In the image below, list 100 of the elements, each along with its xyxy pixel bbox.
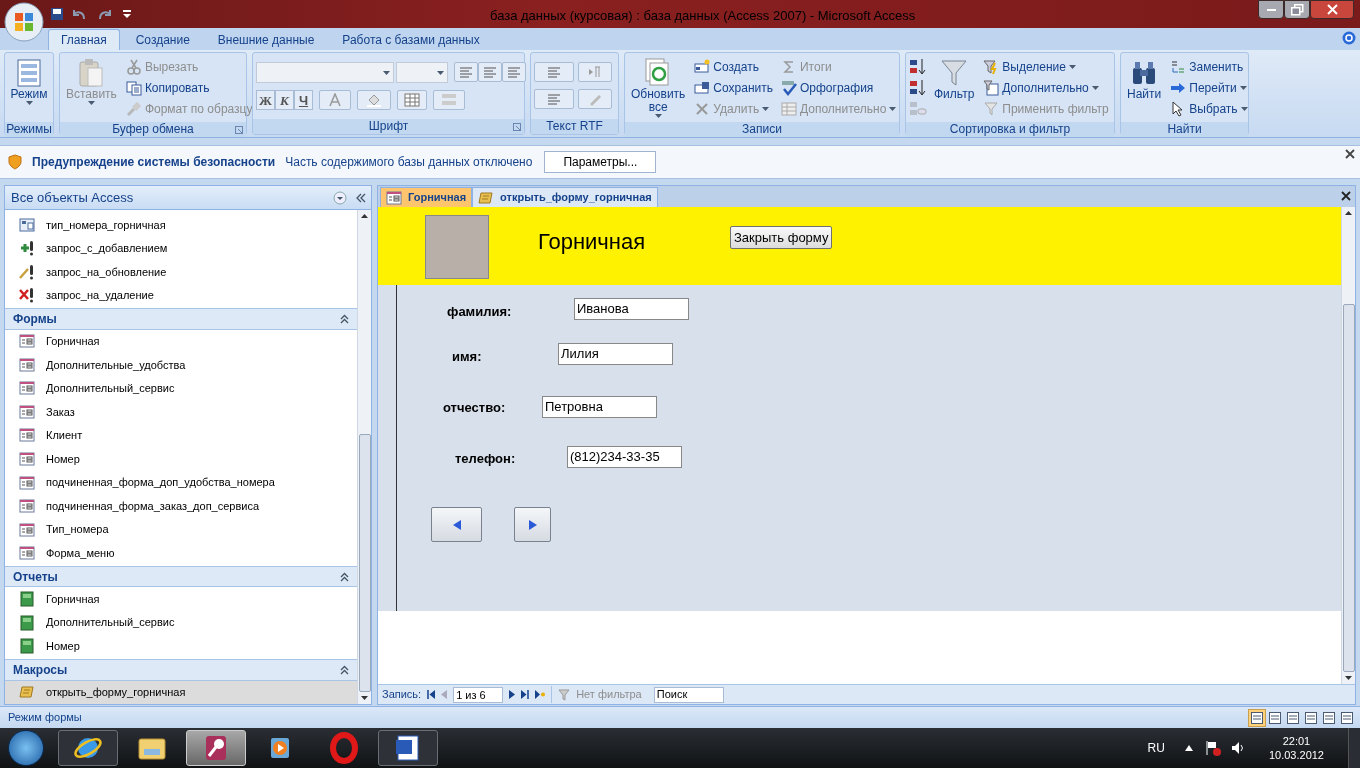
report-icon: [19, 591, 35, 608]
nav-item[interactable]: открыть_форму_горничная: [5, 680, 357, 705]
close-button[interactable]: [1310, 0, 1354, 19]
funnel-icon: [940, 58, 969, 88]
large-button[interactable]: Найти: [1124, 56, 1165, 122]
ribbon-tab[interactable]: Внешние данные: [205, 29, 327, 50]
nav-item[interactable]: Тип_номера: [5, 517, 357, 542]
ribbon-button[interactable]: Выбрать: [1168, 98, 1250, 119]
nav-item[interactable]: Горничная: [5, 587, 357, 611]
caret-icon: [762, 106, 770, 111]
nav-item[interactable]: Дополнительный_сервис: [5, 376, 357, 401]
nav-item[interactable]: запрос_на_удаление: [5, 283, 357, 308]
ribbon-button[interactable]: Орфография: [779, 77, 899, 98]
clock-date[interactable]: 10.03.2012: [1268, 748, 1324, 762]
left-triangle-icon: [452, 519, 461, 530]
ribbon-tab[interactable]: Создание: [123, 29, 202, 50]
form-icon: [19, 403, 35, 420]
scroll-bar[interactable]: [357, 210, 371, 704]
nav-item[interactable]: Форма_меню: [5, 541, 357, 565]
gridlines-button[interactable]: [397, 90, 427, 110]
caret-icon: [87, 101, 95, 105]
large-button[interactable]: Фильтр: [931, 56, 978, 122]
restore-button[interactable]: [1284, 0, 1310, 19]
input-field[interactable]: (812)234-33-35: [567, 446, 682, 468]
restore-icon: [1290, 3, 1304, 16]
view-icon: [1251, 711, 1263, 724]
window-title: база данных (курсовая) : база данных (Access 2007) - Microsoft Access: [490, 7, 916, 25]
nav-item[interactable]: запрос_с_добавлением: [5, 236, 357, 261]
new-record-icon: [694, 58, 711, 75]
document-tab[interactable]: Горничная: [380, 187, 473, 207]
search-field[interactable]: Поиск: [653, 686, 724, 703]
next-record-button[interactable]: [514, 507, 551, 542]
caret-icon: [25, 101, 33, 105]
nav-item[interactable]: Номер: [5, 634, 357, 658]
ribbon-button[interactable]: Заменить: [1168, 56, 1250, 77]
ring-app-icon: [328, 732, 360, 764]
ribbon-button[interactable]: Дополнительно: [981, 77, 1111, 98]
ribbon-button[interactable]: Сохранить: [692, 77, 775, 98]
large-button[interactable]: Режим: [7, 56, 51, 122]
ribbon-button[interactable]: Выделение: [981, 56, 1111, 77]
gridlines-icon: [404, 93, 420, 107]
text-style-button[interactable]: К: [275, 90, 294, 110]
taskbar-button[interactable]: [58, 730, 118, 766]
form-icon: [386, 189, 402, 206]
group-header[interactable]: Отчеты: [5, 565, 357, 588]
language-indicator[interactable]: RU: [1147, 739, 1165, 757]
minimize-button[interactable]: [1258, 0, 1284, 19]
nav-item[interactable]: Заказ: [5, 400, 357, 424]
input-field[interactable]: Иванова: [574, 298, 689, 320]
document-tab[interactable]: открыть_форму_горничная: [472, 187, 658, 207]
clock-time[interactable]: 22:01: [1282, 734, 1311, 748]
ribbon-tab[interactable]: Работа с базами данных: [330, 29, 492, 50]
previous-record-button[interactable]: [431, 507, 482, 542]
input-field[interactable]: Петровна: [542, 396, 657, 418]
field-label: имя:: [452, 348, 482, 366]
view-icon: [1305, 711, 1317, 724]
ribbon-button[interactable]: Создать: [692, 56, 775, 77]
input-field[interactable]: Лилия: [558, 343, 673, 365]
nav-item[interactable]: Дополнительные_удобства: [5, 353, 357, 377]
text-style-button[interactable]: Ч: [294, 90, 313, 110]
taskbar-button[interactable]: [378, 730, 438, 766]
grid-icon: [781, 100, 797, 117]
options-button[interactable]: Параметры...: [544, 151, 657, 173]
nav-item[interactable]: запрос_на_обновление: [5, 260, 357, 284]
numbered-list-icon: [546, 92, 562, 106]
align-center-icon: [482, 65, 498, 79]
fill-color-icon: [366, 93, 382, 107]
update-query-icon: [19, 263, 35, 280]
form-icon: [19, 451, 35, 467]
sort-descending-icon: [909, 79, 927, 97]
text-style-button[interactable]: Ж: [256, 90, 275, 110]
minimize-icon: [1266, 8, 1276, 11]
nav-item[interactable]: подчиненная_форма_заказ_доп_сервиса: [5, 494, 357, 518]
start-button[interactable]: [8, 730, 44, 766]
nav-item[interactable]: Номер: [5, 447, 357, 471]
fill-color-button[interactable]: [357, 90, 391, 110]
close-form-button[interactable]: Закрыть форму: [730, 226, 833, 249]
group-header[interactable]: Формы: [5, 308, 357, 330]
ribbon-button[interactable]: Перейти: [1168, 77, 1250, 98]
ribbon-button[interactable]: Копировать: [123, 77, 255, 98]
nav-item[interactable]: Дополнительный_сервис: [5, 610, 357, 635]
nav-item[interactable]: Горничная: [5, 329, 357, 354]
group-header[interactable]: Макросы: [5, 658, 357, 681]
form-view-button[interactable]: [1248, 708, 1266, 727]
large-button[interactable]: Обновить все: [628, 56, 689, 122]
caret-icon: [1068, 64, 1076, 69]
font-color-button[interactable]: [319, 90, 351, 110]
scroll-icon: [19, 684, 35, 701]
scroll-bar[interactable]: [1341, 207, 1355, 684]
ribbon-tab[interactable]: Главная: [48, 29, 120, 50]
pane-title: Все объекты Access: [11, 188, 135, 207]
record-position-field[interactable]: 1 из 6: [453, 686, 504, 703]
nav-item[interactable]: тип_номера_горничная: [5, 213, 357, 237]
close-icon: [1326, 4, 1338, 15]
report-icon: [19, 638, 35, 655]
first-record-icon: [427, 690, 436, 699]
form-icon: [19, 333, 35, 350]
nav-item[interactable]: Клиент: [5, 423, 357, 448]
previous-record-icon: [441, 690, 448, 699]
nav-item[interactable]: подчиненная_форма_доп_удобства_номера: [5, 470, 357, 495]
